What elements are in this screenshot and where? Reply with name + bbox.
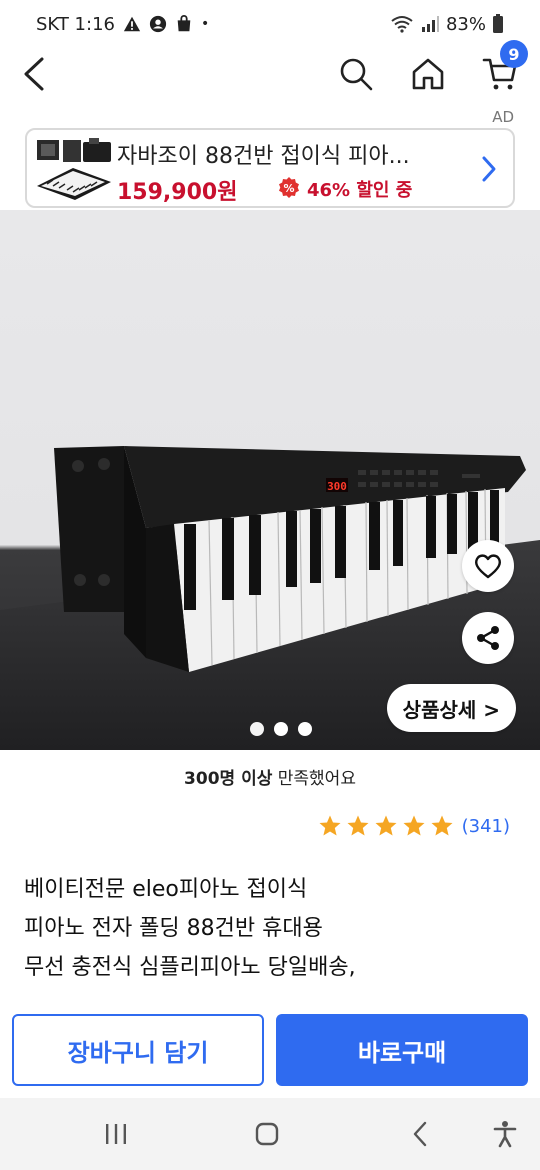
gallery-dot[interactable] xyxy=(298,722,312,736)
share-button[interactable] xyxy=(462,612,514,664)
svg-text:300: 300 xyxy=(327,480,347,493)
product-detail-button[interactable]: 상품상세 > xyxy=(386,684,516,732)
satisfaction-text: 300명 이상 만족했어요 xyxy=(0,764,540,789)
battery-icon xyxy=(493,14,503,33)
recent-apps-button[interactable] xyxy=(100,1118,132,1150)
status-dot: • xyxy=(200,16,210,32)
product-title-line: 피아노 전자 폴딩 88건반 휴대용 xyxy=(24,916,323,941)
heart-icon xyxy=(474,554,502,579)
home-button[interactable] xyxy=(402,48,454,100)
add-to-cart-button[interactable]: 장바구니 담기 xyxy=(12,1014,264,1086)
gallery-dot[interactable] xyxy=(250,722,264,736)
warning-icon xyxy=(123,16,141,32)
star-icon xyxy=(403,815,425,836)
accessibility-icon xyxy=(493,1121,517,1148)
wifi-icon xyxy=(391,16,413,33)
satisfaction-count: 300명 이상 xyxy=(184,769,273,789)
product-title: 베이티전문 eleo피아노 접이식 피아노 전자 폴딩 88건반 휴대용 무선 … xyxy=(24,870,504,987)
gallery-pagination xyxy=(250,722,312,736)
review-count[interactable]: (341) xyxy=(462,816,510,837)
top-navigation: 9 xyxy=(0,40,540,110)
carrier-time: SKT 1:16 xyxy=(36,13,115,35)
star-icon xyxy=(375,815,397,836)
ad-discount: 46% 할인 중 xyxy=(307,180,413,201)
share-icon xyxy=(477,626,499,650)
gallery-dot[interactable] xyxy=(274,722,288,736)
rating[interactable]: (341) xyxy=(318,814,510,838)
system-back-button[interactable] xyxy=(404,1118,436,1150)
home-circle-icon xyxy=(255,1122,279,1146)
back-button[interactable] xyxy=(8,48,60,100)
recent-apps-icon xyxy=(106,1124,126,1144)
purchase-bar: 장바구니 담기 바로구매 xyxy=(0,1000,540,1098)
accessibility-button[interactable] xyxy=(489,1118,521,1150)
svg-text:%: % xyxy=(283,182,294,195)
ad-title: 자바조이 88건반 접이식 피아... xyxy=(117,144,410,169)
product-title-line: 무선 충전식 심플리피아노 당일배송, xyxy=(24,955,356,980)
signal-icon xyxy=(421,16,439,32)
product-detail-label: 상품상세 > xyxy=(402,697,500,722)
discount-percent-icon: % xyxy=(279,177,299,198)
status-bar: SKT 1:16 • 83% xyxy=(0,0,540,48)
ad-price: 159,900원 xyxy=(117,180,238,205)
ad-product-thumbnail xyxy=(33,134,115,202)
product-title-line: 베이티전문 eleo피아노 접이식 xyxy=(24,877,308,902)
search-icon xyxy=(340,58,373,91)
product-image-gallery[interactable]: 300 상품상세 > xyxy=(0,210,540,750)
home-icon xyxy=(412,58,444,90)
chevron-right-icon xyxy=(482,156,496,182)
wishlist-button[interactable] xyxy=(462,540,514,592)
screen: SKT 1:16 • 83% 9 AD 자바조이 88건반 접이식 피아... … xyxy=(0,0,540,1170)
cart-count-badge: 9 xyxy=(500,40,528,68)
ad-banner[interactable]: 자바조이 88건반 접이식 피아... 159,900원 % 46% 할인 중 xyxy=(25,128,515,208)
satisfaction-suffix: 만족했어요 xyxy=(272,769,356,789)
search-button[interactable] xyxy=(330,48,382,100)
account-icon xyxy=(149,15,167,33)
cart-button[interactable]: 9 xyxy=(474,40,528,100)
back-arrow-icon xyxy=(24,57,44,91)
system-home-button[interactable] xyxy=(251,1118,283,1150)
buy-now-button[interactable]: 바로구매 xyxy=(276,1014,528,1086)
back-icon xyxy=(413,1121,427,1147)
ad-label: AD xyxy=(492,108,514,126)
star-icon xyxy=(319,815,341,836)
shopping-bag-icon xyxy=(177,15,191,32)
battery-text: 83% xyxy=(445,13,486,35)
star-icon xyxy=(347,815,369,836)
star-icon xyxy=(431,815,453,836)
piano-photo: 300 xyxy=(0,446,540,750)
system-navigation-bar xyxy=(0,1098,540,1170)
